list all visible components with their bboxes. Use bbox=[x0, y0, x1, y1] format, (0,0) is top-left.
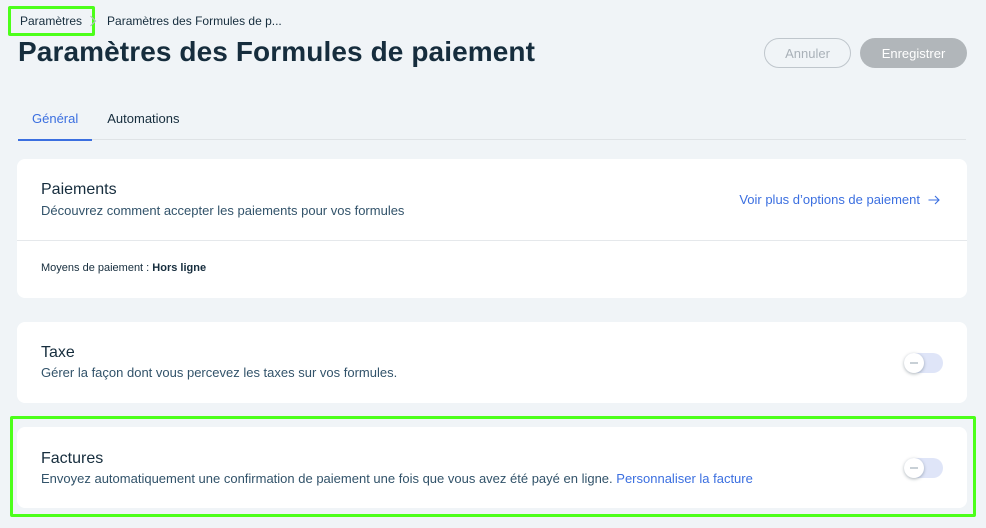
breadcrumb-current: Paramètres des Formules de p... bbox=[107, 14, 282, 28]
payment-methods-label: Moyens de paiement : bbox=[41, 262, 150, 274]
tax-card: Taxe Gérer la façon dont vous percevez l… bbox=[17, 322, 967, 403]
save-button[interactable]: Enregistrer bbox=[860, 38, 967, 68]
toggle-knob bbox=[904, 353, 924, 373]
payment-methods-value: Hors ligne bbox=[152, 262, 207, 274]
page-title: Paramètres des Formules de paiement bbox=[18, 36, 536, 67]
arrow-right-icon bbox=[928, 195, 940, 204]
payments-card: Paiements Découvrez comment accepter les… bbox=[17, 159, 967, 298]
divider bbox=[17, 240, 967, 241]
invoices-title: Factures bbox=[41, 450, 104, 467]
invoices-description-row: Envoyez automatiquement une confirmation… bbox=[41, 471, 753, 486]
settings-page: Paramètres Paramètres des Formules de p.… bbox=[0, 0, 986, 528]
invoices-card: Factures Envoyez automatiquement une con… bbox=[17, 427, 967, 508]
invoices-toggle[interactable] bbox=[904, 458, 943, 478]
more-payment-options-link[interactable]: Voir plus d’options de paiement bbox=[739, 192, 940, 207]
tab-automations[interactable]: Automations bbox=[93, 96, 193, 140]
breadcrumb-parent-link[interactable]: Paramètres bbox=[8, 6, 96, 36]
customize-invoice-link[interactable]: Personnaliser la facture bbox=[616, 471, 753, 486]
more-payment-options-label: Voir plus d’options de paiement bbox=[739, 192, 920, 207]
tax-toggle[interactable] bbox=[904, 353, 943, 373]
payment-methods: Moyens de paiement : Hors ligne bbox=[41, 262, 206, 274]
payments-description: Découvrez comment accepter les paiements… bbox=[41, 203, 405, 218]
tax-title: Taxe bbox=[41, 344, 75, 361]
cancel-button[interactable]: Annuler bbox=[764, 38, 851, 68]
tab-general[interactable]: Général bbox=[18, 96, 93, 141]
payments-title: Paiements bbox=[41, 181, 117, 198]
tab-bar: Général Automations bbox=[18, 96, 966, 141]
chevron-right-icon bbox=[89, 15, 97, 27]
toggle-knob bbox=[904, 458, 924, 478]
breadcrumb: Paramètres Paramètres des Formules de p.… bbox=[8, 6, 282, 36]
invoices-description: Envoyez automatiquement une confirmation… bbox=[41, 471, 613, 486]
tax-description: Gérer la façon dont vous percevez les ta… bbox=[41, 365, 398, 380]
